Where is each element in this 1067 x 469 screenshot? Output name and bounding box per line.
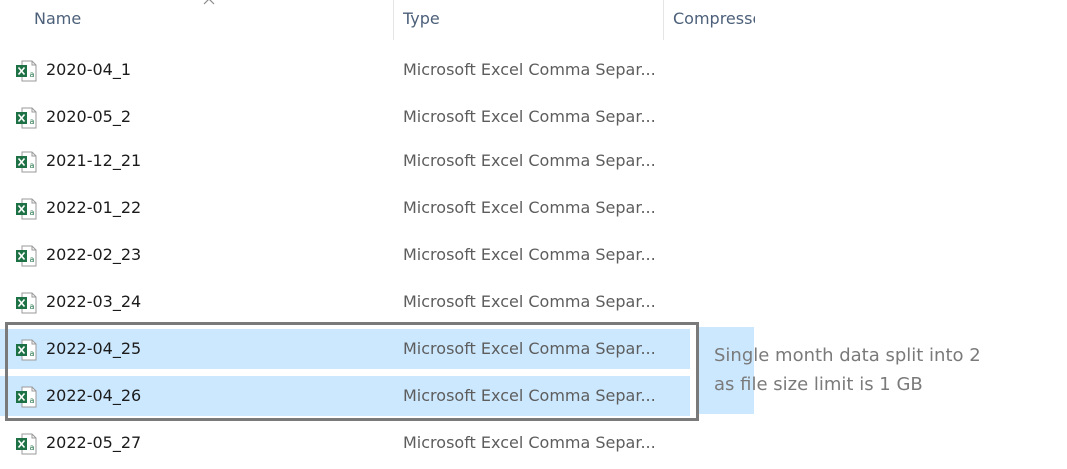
svg-text:a: a [30, 255, 35, 264]
column-header-compressed[interactable]: Compresse [673, 9, 755, 31]
column-header-bar: Name Type Compresse [0, 0, 1067, 40]
file-row[interactable]: a 2022-02_23 Microsoft Excel Comma Separ..… [0, 235, 690, 275]
file-type: Microsoft Excel Comma Separ... [403, 60, 656, 79]
file-row[interactable]: a 2022-03_24 Microsoft Excel Comma Separ..… [0, 282, 690, 322]
svg-text:a: a [30, 208, 35, 217]
column-header-name[interactable]: Name [34, 9, 154, 31]
column-header-type[interactable]: Type [403, 9, 523, 31]
excel-csv-icon: a [16, 292, 37, 314]
excel-csv-icon: a [16, 433, 37, 455]
excel-csv-icon: a [16, 198, 37, 220]
file-row[interactable]: a 2022-01_22 Microsoft Excel Comma Separ..… [0, 188, 690, 228]
sort-ascending-icon[interactable] [203, 0, 215, 5]
svg-text:a: a [30, 302, 35, 311]
excel-csv-icon: a [16, 151, 37, 173]
annotation-note: Single month data split into 2 as file s… [714, 341, 1034, 399]
file-type: Microsoft Excel Comma Separ... [403, 245, 656, 264]
file-type: Microsoft Excel Comma Separ... [403, 198, 656, 217]
file-type: Microsoft Excel Comma Separ... [403, 151, 656, 170]
column-divider[interactable] [393, 0, 394, 40]
file-name[interactable]: 2021-12_21 [46, 151, 141, 170]
column-divider[interactable] [663, 0, 664, 40]
file-type: Microsoft Excel Comma Separ... [403, 292, 656, 311]
file-name[interactable]: 2022-03_24 [46, 292, 141, 311]
file-type: Microsoft Excel Comma Separ... [403, 433, 656, 452]
file-name[interactable]: 2022-05_27 [46, 433, 141, 452]
svg-text:a: a [30, 443, 35, 452]
annotation-highlight-box [5, 322, 699, 421]
svg-text:a: a [30, 161, 35, 170]
excel-csv-icon: a [16, 245, 37, 267]
file-row[interactable]: a 2020-04_1 Microsoft Excel Comma Separ... [0, 50, 690, 90]
excel-csv-icon: a [16, 60, 37, 82]
file-row[interactable]: a 2021-12_21 Microsoft Excel Comma Separ..… [0, 141, 690, 181]
svg-text:a: a [30, 70, 35, 79]
svg-text:a: a [30, 117, 35, 126]
file-type: Microsoft Excel Comma Separ... [403, 107, 656, 126]
file-row[interactable]: a 2022-05_27 Microsoft Excel Comma Separ..… [0, 423, 690, 463]
file-name[interactable]: 2022-02_23 [46, 245, 141, 264]
file-name[interactable]: 2022-01_22 [46, 198, 141, 217]
file-name[interactable]: 2020-05_2 [46, 107, 131, 126]
annotation-line-1: Single month data split into 2 [714, 345, 981, 366]
file-row[interactable]: a 2020-05_2 Microsoft Excel Comma Separ... [0, 97, 690, 137]
excel-csv-icon: a [16, 107, 37, 129]
file-name[interactable]: 2020-04_1 [46, 60, 131, 79]
annotation-line-2: as file size limit is 1 GB [714, 374, 923, 395]
